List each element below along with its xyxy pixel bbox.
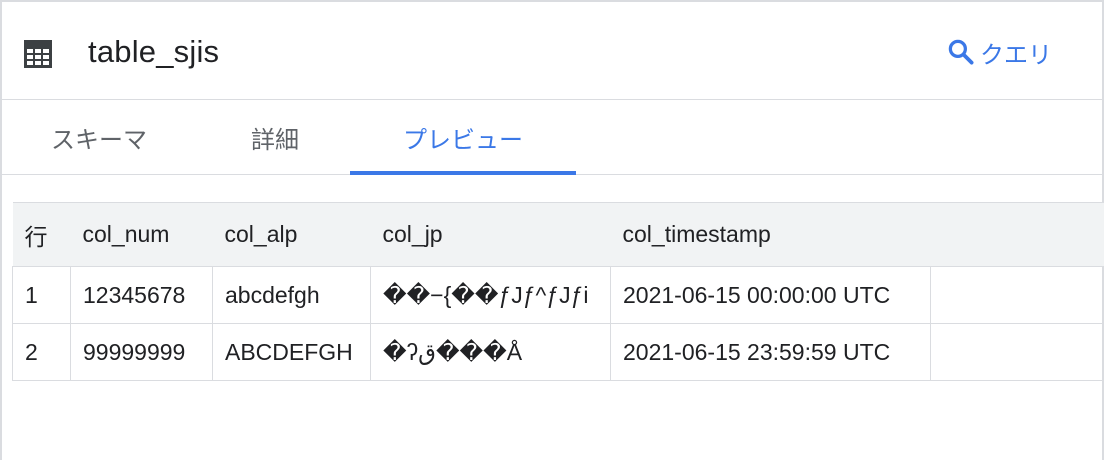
table-cell-spacer bbox=[930, 266, 1104, 324]
table-cell: 12345678 bbox=[70, 266, 213, 324]
table-details-panel: table_sjis クエリ スキーマ 詳細 プレビュー 行 col_num c… bbox=[0, 0, 1104, 460]
panel-header: table_sjis クエリ bbox=[2, 2, 1102, 100]
table-cell: ABCDEFGH bbox=[212, 323, 371, 381]
table-cell: 2021-06-15 23:59:59 UTC bbox=[610, 323, 931, 381]
tab-preview-label: プレビュー bbox=[403, 126, 523, 154]
column-header-row-number: 行 bbox=[12, 202, 71, 267]
search-icon bbox=[948, 39, 974, 65]
column-header-spacer bbox=[930, 202, 1104, 267]
table-cell: 2021-06-15 00:00:00 UTC bbox=[610, 266, 931, 324]
table-cell: �ʔق���Å bbox=[370, 323, 611, 381]
table-cell: 2 bbox=[12, 323, 71, 381]
query-button-label: クエリ bbox=[980, 41, 1052, 69]
page-title: table_sjis bbox=[88, 34, 220, 69]
column-header-col-jp: col_jp bbox=[370, 202, 611, 267]
table-cell: ��−{��ƒJƒ^ƒJƒi bbox=[370, 266, 611, 324]
table-grid-icon bbox=[24, 40, 52, 68]
column-header-col-timestamp: col_timestamp bbox=[610, 202, 931, 267]
tab-schema[interactable]: スキーマ bbox=[24, 100, 174, 174]
column-header-col-alp: col_alp bbox=[212, 202, 371, 267]
table-cell: 1 bbox=[12, 266, 71, 324]
column-header-col-num: col_num bbox=[70, 202, 213, 267]
table-row: 2 99999999 ABCDEFGH �ʔق���Å 2021-06-15 2… bbox=[12, 323, 1104, 381]
tab-details-label: 詳細 bbox=[251, 126, 299, 154]
table-cell: abcdefgh bbox=[212, 266, 371, 324]
tab-bar: スキーマ 詳細 プレビュー bbox=[2, 100, 1102, 175]
preview-table: 行 col_num col_alp col_jp col_timestamp 1… bbox=[12, 202, 1104, 381]
query-button[interactable]: クエリ bbox=[946, 30, 1052, 74]
tab-schema-label: スキーマ bbox=[51, 126, 147, 154]
table-row: 1 12345678 abcdefgh ��−{��ƒJƒ^ƒJƒi 2021-… bbox=[12, 266, 1104, 324]
table-cell: 99999999 bbox=[70, 323, 213, 381]
table-cell-spacer bbox=[930, 323, 1104, 381]
tab-details[interactable]: 詳細 bbox=[200, 100, 350, 174]
table-header-row: 行 col_num col_alp col_jp col_timestamp bbox=[12, 202, 1104, 267]
tab-preview[interactable]: プレビュー bbox=[350, 100, 576, 175]
